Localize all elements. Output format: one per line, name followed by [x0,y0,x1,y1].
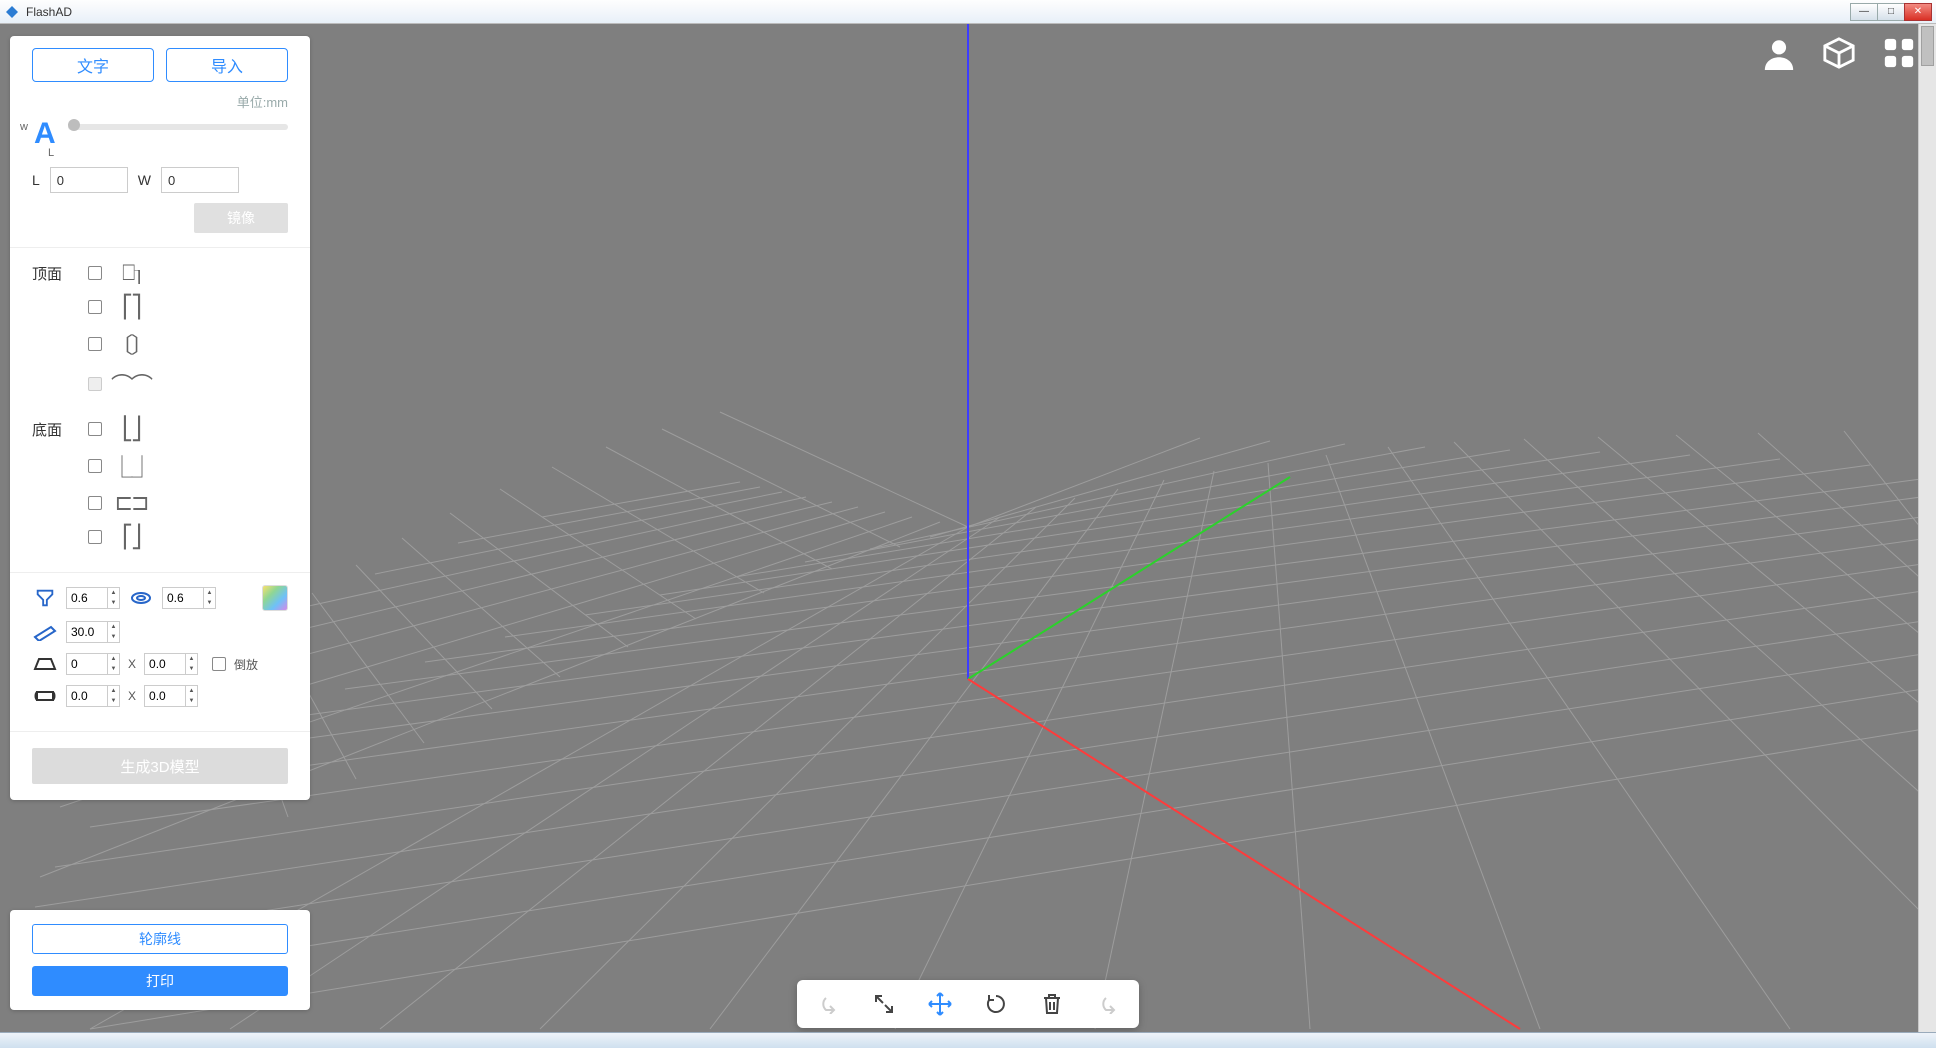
expand-icon[interactable] [871,991,897,1017]
ring-icon [128,587,154,609]
face-shape7-icon: ⊏⊐ [118,490,144,516]
top-opt2-checkbox[interactable] [88,300,102,314]
app-title: FlashAD [26,5,72,19]
x-separator2: X [128,689,136,703]
app-icon [4,4,20,20]
ring-spinner[interactable]: ▲▼ [162,587,216,609]
delete-icon[interactable] [1039,991,1065,1017]
top-opt4-checkbox [88,377,102,391]
undo-icon[interactable] [815,991,841,1017]
thickness-spinner[interactable]: ▲▼ [66,621,120,643]
move-icon[interactable] [927,991,953,1017]
trapezoid-b-spinner[interactable]: ▲▼ [144,653,198,675]
maximize-button[interactable]: □ [1877,3,1905,21]
nozzle-spinner[interactable]: ▲▼ [66,587,120,609]
thickness-icon [32,621,58,643]
x-separator: X [128,657,136,671]
flip-label: 倒放 [234,656,258,673]
print-panel: 轮廓线 打印 [10,910,310,1010]
os-taskbar [0,1032,1936,1048]
outline-button[interactable]: 轮廓线 [32,924,288,954]
redo-icon[interactable] [1095,991,1121,1017]
window-titlebar: FlashAD — □ ✕ [0,0,1936,24]
width-input[interactable] [161,167,239,193]
face-shape4-icon: ⌒⌒ [118,368,144,400]
window-controls: — □ ✕ [1851,3,1932,21]
generate-3d-button[interactable]: 生成3D模型 [32,748,288,784]
left-panel: 文字 导入 单位:mm A L W 镜像 顶面 ⎕⎤ ⎡⎤ 〔〕 [10,36,310,800]
nozzle-icon [32,587,58,609]
width-label: W [138,172,151,188]
trapezoid-a-spinner[interactable]: ▲▼ [66,653,120,675]
length-input[interactable] [50,167,128,193]
top-face-label: 顶面 [32,263,72,284]
face-shape2-icon: ⎡⎤ [118,294,144,320]
mirror-button[interactable]: 镜像 [194,203,288,233]
bot-opt3-checkbox[interactable] [88,496,102,510]
bottom-toolbar [797,980,1139,1028]
text-tab[interactable]: 文字 [32,48,154,82]
top-right-toolbar [1762,36,1916,70]
top-opt1-checkbox[interactable] [88,266,102,280]
close-button[interactable]: ✕ [1904,3,1932,21]
face-shape8-icon: ⎡⎦ [118,524,144,550]
bot-opt2-checkbox[interactable] [88,459,102,473]
minimize-button[interactable]: — [1850,3,1878,21]
user-icon[interactable] [1762,36,1796,70]
length-label: L [32,172,40,188]
bot-opt1-checkbox[interactable] [88,422,102,436]
apps-icon[interactable] [1882,36,1916,70]
trapezoid-icon [32,653,58,675]
flip-checkbox[interactable] [212,657,226,671]
print-button[interactable]: 打印 [32,966,288,996]
color-picker[interactable] [262,585,288,611]
face-shape6-icon: ⎿⏌ [118,450,144,482]
import-tab[interactable]: 导入 [166,48,288,82]
vertical-scrollbar[interactable] [1918,24,1936,1032]
text-size-slider[interactable] [68,124,288,130]
bulge-icon [32,685,58,707]
bot-opt4-checkbox[interactable] [88,530,102,544]
rotate-icon[interactable] [983,991,1009,1017]
text-size-icon: A [32,117,60,157]
unit-label: 单位:mm [32,92,288,111]
cube-icon[interactable] [1822,36,1856,70]
bottom-face-label: 底面 [32,419,72,440]
bulge-b-spinner[interactable]: ▲▼ [144,685,198,707]
face-shape5-icon: ⎣⎦ [118,416,144,442]
face-shape3-icon: 〔〕 [118,328,144,360]
top-opt3-checkbox[interactable] [88,337,102,351]
workspace: 文字 导入 单位:mm A L W 镜像 顶面 ⎕⎤ ⎡⎤ 〔〕 [0,24,1936,1032]
bulge-a-spinner[interactable]: ▲▼ [66,685,120,707]
face-shape1-icon: ⎕⎤ [118,260,144,286]
